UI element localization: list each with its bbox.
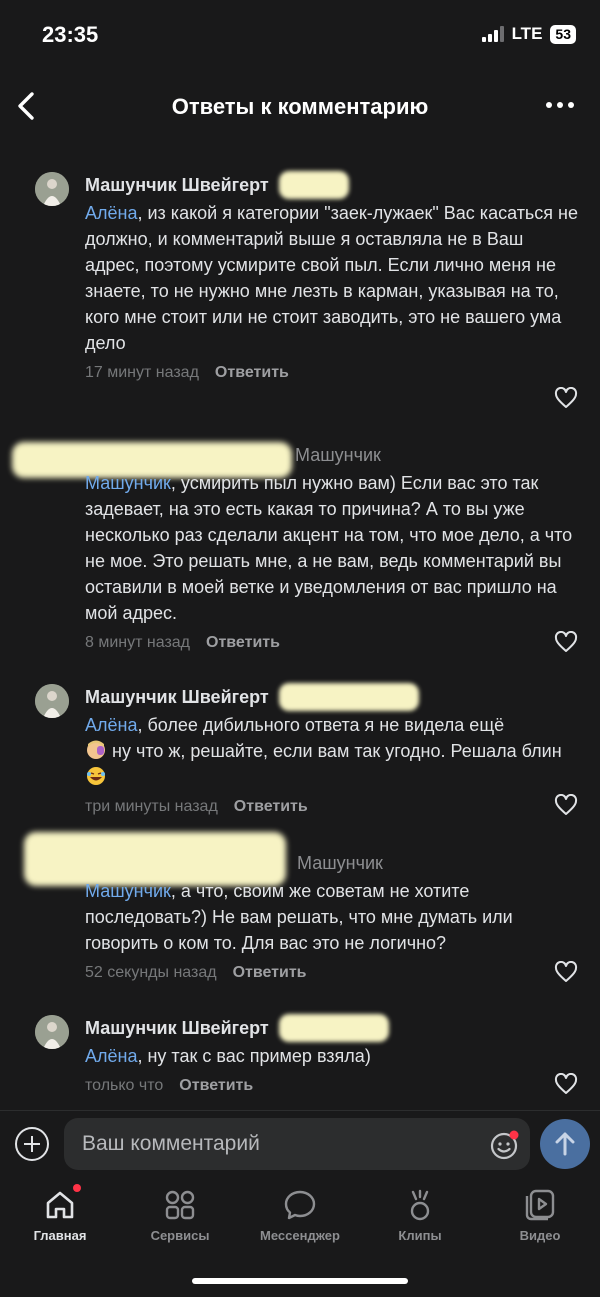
dot-icon	[546, 102, 552, 108]
mention-link[interactable]: Машунчик	[85, 473, 171, 493]
tab-bar: Главная Сервисы Мессенджер Клипы Видео	[0, 1180, 600, 1260]
network-label: LTE	[511, 24, 543, 43]
comment-text: Алёна, ну так с вас пример взяла)	[85, 1046, 371, 1066]
heart-icon[interactable]	[554, 1073, 578, 1095]
nav-bar: Ответы к комментарию	[0, 76, 600, 136]
clips-icon	[410, 1189, 430, 1221]
redacted-badge	[278, 683, 419, 711]
tab-video[interactable]: Видео	[480, 1180, 600, 1260]
add-attachment-button[interactable]	[15, 1127, 49, 1161]
facepalm-emoji-icon	[87, 740, 105, 759]
status-indicators: LTE 53	[481, 24, 576, 44]
comment-time: три минуты назад	[85, 798, 218, 815]
comment-text: Машунчик, усмирить пыл нужно вам) Если в…	[85, 473, 573, 623]
reply-button[interactable]: Ответить	[206, 634, 280, 652]
tab-home[interactable]: Главная	[0, 1180, 120, 1260]
dot-icon	[568, 102, 574, 108]
video-icon	[525, 1189, 555, 1221]
more-options-button[interactable]	[546, 102, 574, 108]
reply-button[interactable]: Ответить	[215, 364, 289, 382]
comment-text: Алёна, из какой я категории "заек-лужаек…	[85, 203, 579, 353]
arrow-up-icon	[555, 1132, 575, 1156]
comment-time: 8 минут назад	[85, 634, 191, 651]
reply-button[interactable]: Ответить	[233, 964, 307, 982]
send-button[interactable]	[540, 1119, 590, 1169]
page-title: Ответы к комментарию	[171, 94, 429, 119]
reply-button[interactable]: Ответить	[179, 1077, 253, 1095]
notification-dot	[73, 1184, 81, 1192]
heart-icon[interactable]	[554, 961, 578, 983]
comment-item: Машунчик Швейгерт Алёна, ну так с вас пр…	[0, 1013, 600, 1103]
comment-item: Машунчик Машунчик, усмирить пыл нужно ва…	[0, 438, 600, 668]
comment-item: Машунчик Швейгерт Алёна, более дибильног…	[0, 682, 600, 822]
heart-icon[interactable]	[554, 387, 578, 409]
messenger-icon	[284, 1190, 316, 1220]
mention-link[interactable]: Машунчик	[85, 881, 171, 901]
redacted-badge	[278, 1014, 389, 1042]
mention-link[interactable]: Алёна	[85, 715, 137, 735]
status-bar: 23:35 LTE 53	[0, 0, 600, 72]
status-time: 23:35	[42, 22, 99, 47]
tab-clips[interactable]: Клипы	[360, 1180, 480, 1260]
heart-icon[interactable]	[554, 794, 578, 816]
home-indicator	[192, 1278, 408, 1284]
mention-link[interactable]: Алёна	[85, 203, 137, 223]
avatar[interactable]	[35, 172, 69, 206]
comment-item: Машунчик Швейгерт Алёна, из какой я кате…	[0, 170, 600, 420]
heart-icon[interactable]	[554, 631, 578, 653]
home-icon	[46, 1191, 74, 1219]
dot-icon	[557, 102, 563, 108]
tab-messenger[interactable]: Мессенджер	[240, 1180, 360, 1260]
comment-time: 52 секунды назад	[85, 964, 217, 981]
signal-icon	[481, 26, 504, 42]
laughing-emoji-icon	[87, 767, 105, 785]
comment-time: 17 минут назад	[85, 364, 199, 381]
divider	[0, 1110, 600, 1111]
mention-link[interactable]: Алёна	[85, 1046, 137, 1066]
tab-services[interactable]: Сервисы	[120, 1180, 240, 1260]
comment-text: Алёна, более дибильного ответа я не виде…	[85, 712, 582, 790]
redacted-badge	[278, 171, 349, 199]
comment-composer	[0, 1114, 600, 1176]
emoji-icon[interactable]	[488, 1129, 520, 1161]
comment-item: Машунчик Машунчик, а что, своим же совет…	[0, 832, 600, 996]
reply-to-name[interactable]: Машунчик	[297, 853, 383, 874]
avatar[interactable]	[35, 684, 69, 718]
reply-to-name[interactable]: Машунчик	[295, 445, 381, 466]
comment-author[interactable]: Машунчик Швейгерт	[85, 1018, 269, 1039]
avatar[interactable]	[35, 1015, 69, 1049]
reply-button[interactable]: Ответить	[234, 798, 308, 816]
battery-icon: 53	[550, 24, 576, 44]
comment-input[interactable]	[64, 1118, 530, 1170]
comment-text: Машунчик, а что, своим же советам не хот…	[85, 881, 513, 953]
comment-author[interactable]: Машунчик Швейгерт	[85, 687, 269, 708]
comment-time: только что	[85, 1077, 164, 1094]
comment-author[interactable]: Машунчик Швейгерт	[85, 175, 269, 196]
services-icon	[165, 1190, 195, 1220]
